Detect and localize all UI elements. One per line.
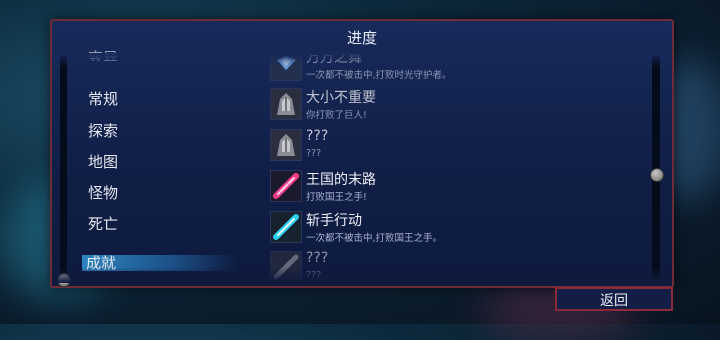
achievement-name: ??? <box>306 128 329 144</box>
achievement-description: ??? <box>306 270 322 281</box>
category-achievements[interactable]: 成就 <box>82 255 236 271</box>
achievement-name: ??? <box>306 250 329 266</box>
achievement-description: 你打败了巨人! <box>306 110 367 121</box>
achievement-scrollbar[interactable] <box>652 55 660 279</box>
category-label: 成就 <box>86 254 117 272</box>
panel-title: 进度 <box>346 29 377 47</box>
achievement-name: 万万之舞 <box>306 53 362 66</box>
category-label: 怪物 <box>88 184 119 202</box>
pink-sword-icon <box>270 170 302 202</box>
cyan-sword-icon <box>270 211 302 243</box>
achievement-scroll-handle[interactable] <box>650 168 664 182</box>
achievement-item[interactable]: ??? ??? <box>270 250 630 282</box>
category-general[interactable]: 常规 <box>88 88 118 109</box>
achievement-item[interactable]: 斩手行动 一次都不被击中,打败国王之手。 <box>270 210 630 246</box>
category-label: 常规 <box>88 90 119 108</box>
giant-helmet-icon <box>270 129 302 161</box>
achievement-name: 大小不重要 <box>306 90 376 106</box>
category-scroll-handle[interactable] <box>57 273 71 287</box>
category-deaths[interactable]: 死亡 <box>88 213 118 234</box>
back-button[interactable]: 返回 <box>555 287 673 311</box>
category-label: 探索 <box>88 122 119 140</box>
achievement-description: 打败国王之手! <box>306 192 367 203</box>
category-label: 地图 <box>88 153 119 171</box>
achievement-name: 王国的末路 <box>306 172 376 188</box>
giant-helmet-icon <box>270 88 302 120</box>
achievement-item[interactable]: 王国的末路 打败国王之手! <box>270 169 630 205</box>
category-exploration[interactable]: 探索 <box>88 120 118 141</box>
achievement-item[interactable]: 大小不重要 你打败了巨人! <box>270 87 630 123</box>
category-scrollbar[interactable] <box>60 55 67 279</box>
achievement-item[interactable]: 万万之舞 一次都不被击中,打败时光守护者。 <box>270 53 630 81</box>
category-monsters[interactable]: 怪物 <box>88 182 118 203</box>
achievement-item[interactable]: ??? ??? <box>270 128 630 164</box>
achievement-name: 斩手行动 <box>306 213 362 229</box>
grey-sword-icon <box>270 251 302 282</box>
category-label: 死亡 <box>88 215 119 233</box>
panel-titlebar: 进度 <box>52 21 672 54</box>
achievement-description: 一次都不被击中,打败时光守护者。 <box>306 70 452 81</box>
achievement-description: 一次都不被击中,打败国王之手。 <box>306 233 443 244</box>
blue-crystal-icon <box>270 53 302 81</box>
achievement-description: ??? <box>306 148 322 159</box>
category-mutations[interactable]: 变异 <box>88 47 118 61</box>
category-label: 变异 <box>88 49 119 61</box>
progress-panel: 进度 变异 常规 探索 地图 怪物 死亡 成就 万万之舞 一次都不被击中,打败时… <box>50 19 674 288</box>
category-map[interactable]: 地图 <box>88 151 118 172</box>
